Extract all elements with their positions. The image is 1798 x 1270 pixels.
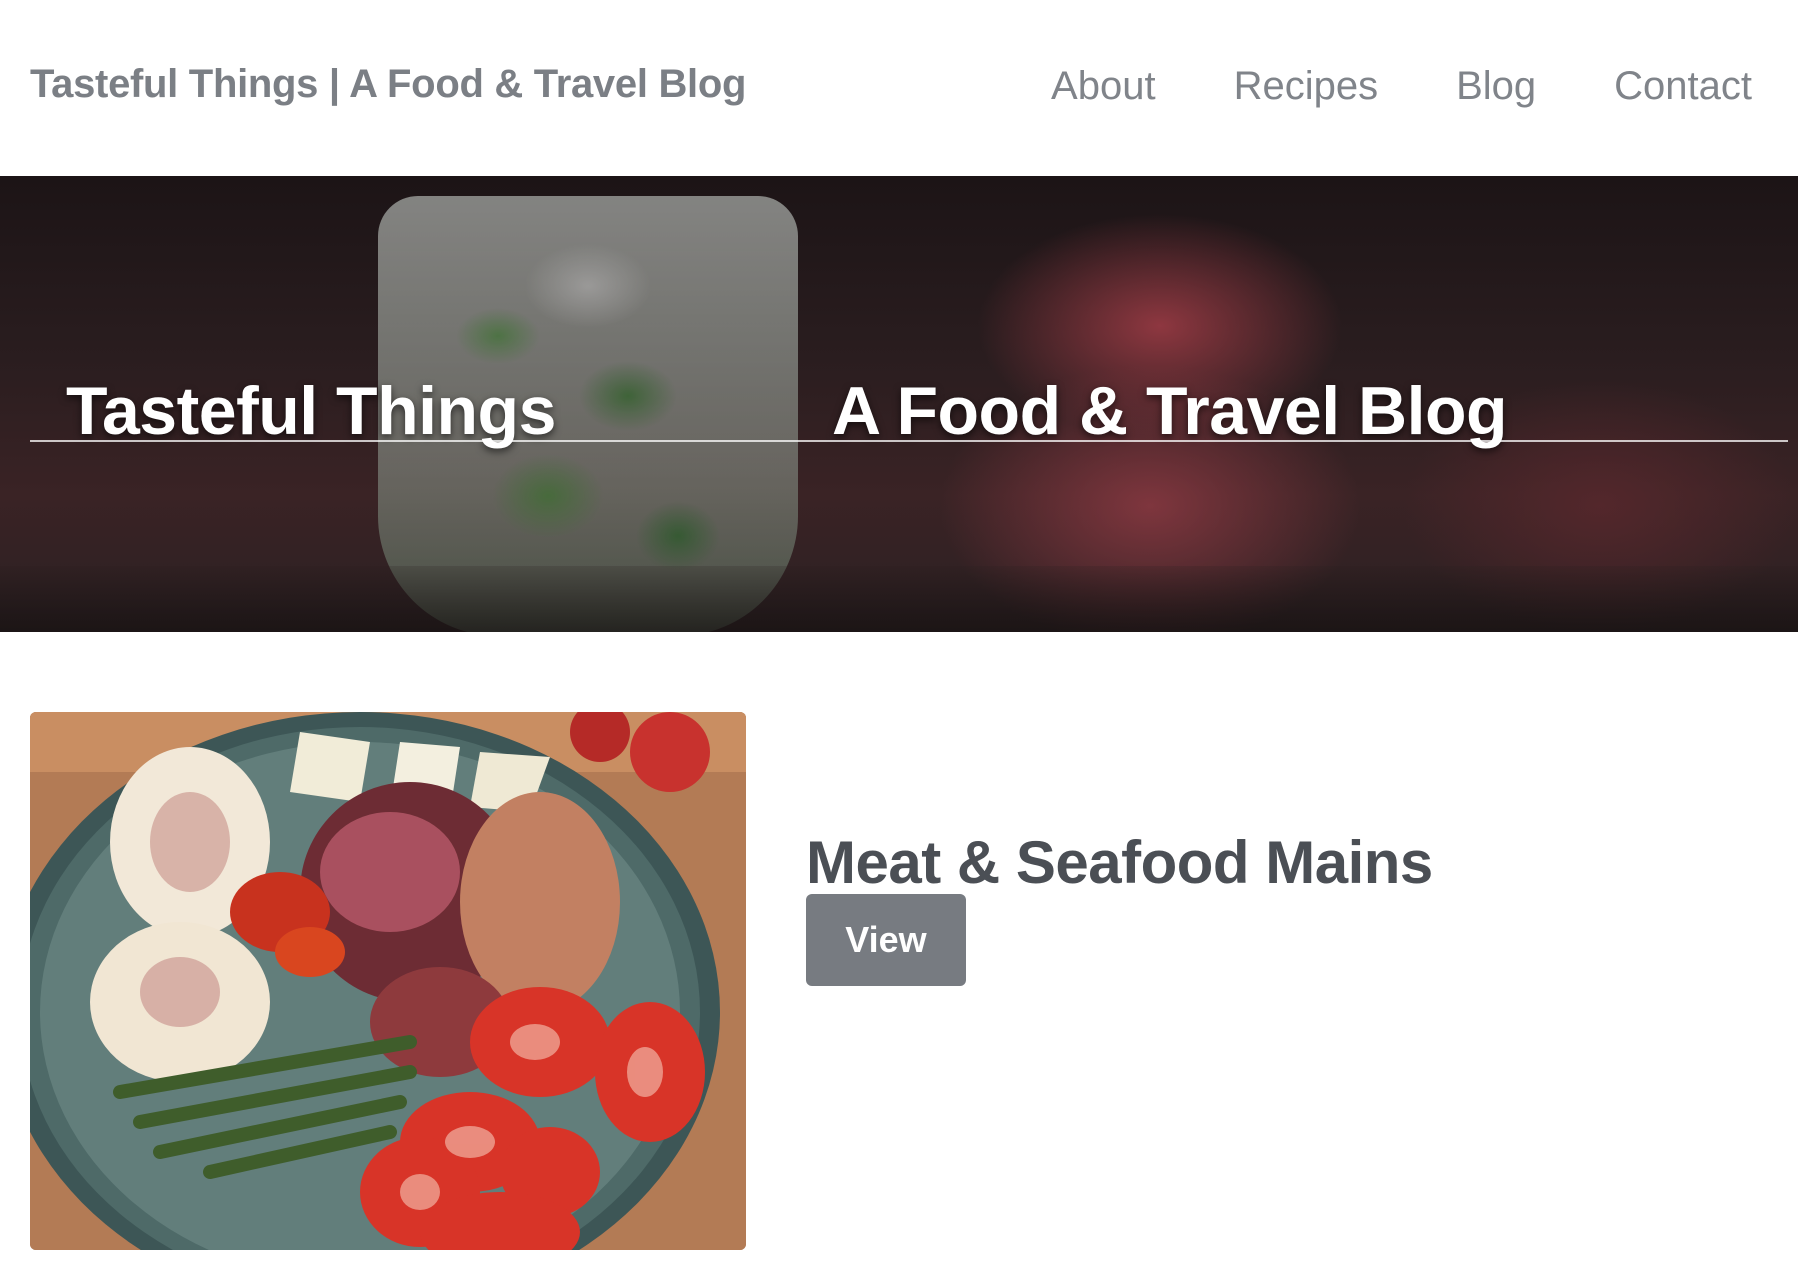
top-navbar: Tasteful Things | A Food & Travel Blog A… bbox=[0, 0, 1798, 176]
hero-table-surface bbox=[0, 566, 1798, 632]
hero-divider bbox=[30, 440, 1788, 442]
plate-illustration bbox=[30, 712, 746, 1250]
nav-link-blog[interactable]: Blog bbox=[1456, 64, 1536, 109]
nav-link-about[interactable]: About bbox=[1051, 64, 1156, 109]
hero-banner: Tasteful Things A Food & Travel Blog bbox=[0, 176, 1798, 632]
nav-link-recipes[interactable]: Recipes bbox=[1234, 64, 1379, 109]
hero-title-right: A Food & Travel Blog bbox=[832, 372, 1508, 449]
recipe-card-image bbox=[30, 712, 746, 1250]
recipe-card-title: Meat & Seafood Mains bbox=[806, 828, 1433, 896]
site-brand-link[interactable]: Tasteful Things | A Food & Travel Blog bbox=[30, 62, 746, 107]
hero-title-left: Tasteful Things bbox=[66, 372, 556, 449]
nav-links: About Recipes Blog Contact bbox=[1051, 64, 1752, 109]
nav-link-contact[interactable]: Contact bbox=[1614, 64, 1752, 109]
view-button[interactable]: View bbox=[806, 894, 966, 986]
